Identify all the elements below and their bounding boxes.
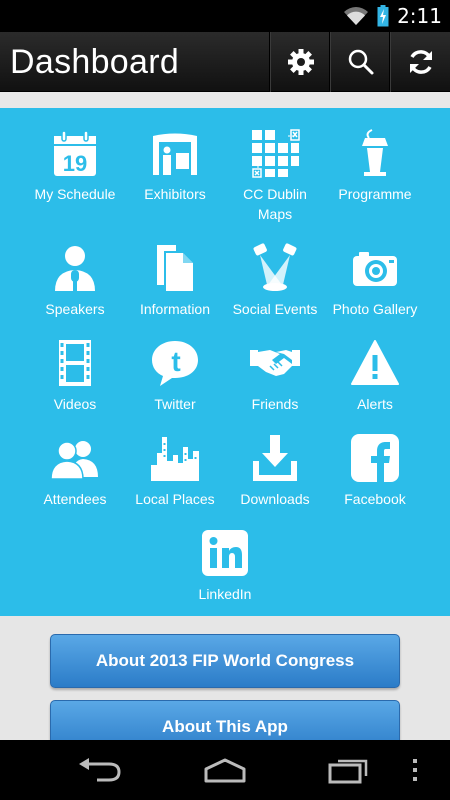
tile-local-places[interactable]: Local Places [125, 413, 225, 513]
tile-cc-dublin-maps[interactable]: CC Dublin Maps [225, 108, 325, 222]
city-skyline-icon [151, 437, 199, 481]
recent-apps-icon [328, 759, 368, 784]
facebook-icon [351, 434, 399, 482]
floor-map-icon [252, 129, 300, 178]
tile-photo-gallery[interactable]: Photo Gallery [325, 223, 425, 323]
tile-videos[interactable]: Videos [25, 318, 125, 418]
search-button[interactable] [329, 32, 390, 92]
status-bar: 2:11 [0, 0, 450, 32]
home-icon [204, 758, 246, 783]
spotlights-icon [253, 243, 297, 291]
tile-linkedin[interactable]: LinkedIn [175, 508, 275, 608]
documents-icon [157, 245, 193, 291]
tile-label: Social Events [232, 301, 318, 317]
refresh-button[interactable] [389, 32, 450, 92]
twitter-icon: t [152, 341, 198, 386]
tile-information[interactable]: Information [125, 223, 225, 323]
info-buttons-area: About 2013 FIP World Congress About This… [0, 616, 450, 754]
tile-label: Speakers [45, 301, 105, 317]
tile-label: LinkedIn [198, 586, 252, 602]
camera-icon [353, 252, 397, 286]
exhibitor-booth-icon [153, 133, 197, 175]
tile-friends[interactable]: Friends [225, 318, 325, 418]
overflow-menu-button[interactable] [380, 740, 450, 800]
tile-label: Alerts [357, 396, 393, 412]
top-divider [0, 92, 450, 108]
calendar-date: 19 [63, 151, 87, 176]
action-bar: Dashboard [0, 32, 450, 92]
overflow-menu-icon [413, 759, 417, 781]
tile-downloads[interactable]: Downloads [225, 413, 325, 513]
tile-label: Local Places [135, 491, 215, 507]
svg-text:t: t [171, 346, 180, 377]
home-button[interactable] [180, 740, 270, 800]
download-icon [253, 435, 297, 481]
tile-my-schedule[interactable]: 19 My Schedule [25, 108, 125, 208]
tile-label: Twitter [154, 396, 196, 412]
battery-charging-icon [377, 5, 389, 27]
back-icon [79, 758, 121, 782]
film-strip-icon [59, 340, 91, 386]
tile-label: CC Dublin Maps [243, 186, 307, 222]
tile-label: Exhibitors [144, 186, 206, 202]
tile-speakers[interactable]: Speakers [25, 223, 125, 323]
tile-programme[interactable]: Programme [325, 108, 425, 208]
tile-label: My Schedule [34, 186, 116, 202]
back-button[interactable] [55, 740, 145, 800]
about-congress-button[interactable]: About 2013 FIP World Congress [50, 634, 400, 688]
gear-icon [287, 49, 314, 75]
tile-facebook[interactable]: Facebook [325, 413, 425, 513]
speaker-person-icon [55, 246, 95, 291]
people-icon [50, 441, 98, 480]
tile-label: Attendees [43, 491, 107, 507]
tile-label: Downloads [240, 491, 310, 507]
tile-label: Videos [53, 396, 97, 412]
page-title: Dashboard [10, 43, 180, 81]
refresh-icon [409, 50, 432, 74]
tile-label: Facebook [344, 491, 406, 507]
warning-icon [351, 340, 399, 385]
linkedin-icon [202, 530, 248, 576]
tile-social-events[interactable]: Social Events [225, 223, 325, 323]
tile-exhibitors[interactable]: Exhibitors [125, 108, 225, 208]
clock: 2:11 [397, 4, 442, 28]
tile-label: Friends [251, 396, 299, 412]
navigation-bar [0, 740, 450, 800]
tile-attendees[interactable]: Attendees [25, 413, 125, 513]
tile-label: Photo Gallery [332, 301, 418, 317]
wifi-icon [344, 7, 369, 25]
calendar-icon: 19 [54, 130, 96, 176]
lectern-icon [362, 129, 388, 176]
tile-alerts[interactable]: Alerts [325, 318, 425, 418]
tile-label: Programme [338, 186, 412, 202]
tile-label: Information [139, 301, 211, 317]
handshake-icon [250, 350, 300, 376]
search-icon [348, 49, 373, 75]
dashboard-grid: 19 My Schedule Exhibitors CC Dublin Maps… [0, 108, 450, 616]
tile-twitter[interactable]: t Twitter [125, 318, 225, 418]
settings-button[interactable] [269, 32, 330, 92]
